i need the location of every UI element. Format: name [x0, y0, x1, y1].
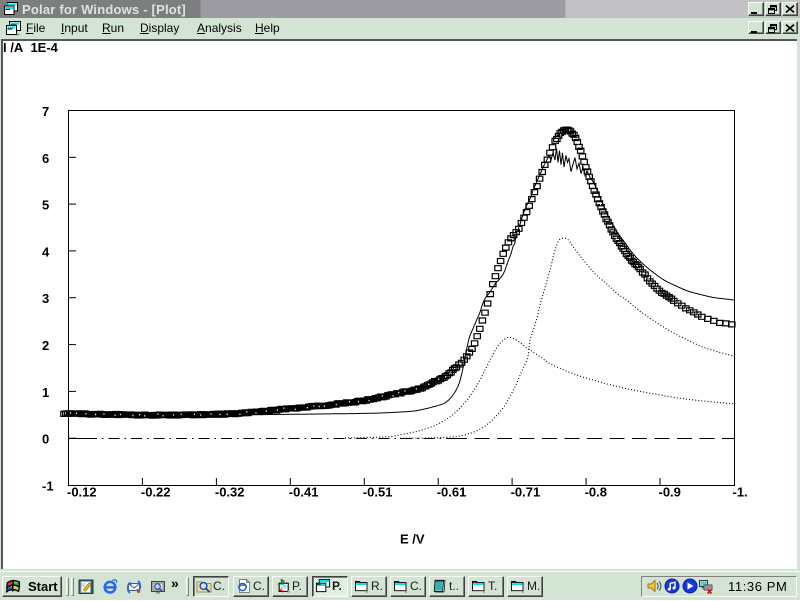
svg-text:-0.22: -0.22 — [141, 485, 171, 500]
svg-text:1: 1 — [42, 385, 49, 400]
svg-text:-0.8: -0.8 — [585, 485, 607, 500]
svg-text:-0.51: -0.51 — [363, 485, 393, 500]
svg-text:0: 0 — [42, 432, 49, 447]
svg-text:4: 4 — [42, 244, 50, 259]
svg-text:E /V: E /V — [400, 532, 425, 547]
svg-text:3: 3 — [42, 291, 49, 306]
svg-text:-0.41: -0.41 — [289, 485, 319, 500]
svg-text:-0.71: -0.71 — [511, 485, 541, 500]
svg-text:2: 2 — [42, 338, 49, 353]
svg-text:-1.: -1. — [733, 485, 748, 500]
svg-text:-0.9: -0.9 — [659, 485, 681, 500]
svg-text:-0.61: -0.61 — [437, 485, 467, 500]
svg-text:I /A 1E-4: I /A 1E-4 — [3, 40, 59, 55]
svg-text:-0.12: -0.12 — [67, 485, 97, 500]
svg-text:-0.32: -0.32 — [215, 485, 245, 500]
svg-text:6: 6 — [42, 151, 49, 166]
svg-text:5: 5 — [42, 198, 49, 213]
svg-text:-1: -1 — [42, 479, 54, 494]
svg-text:7: 7 — [42, 104, 49, 119]
